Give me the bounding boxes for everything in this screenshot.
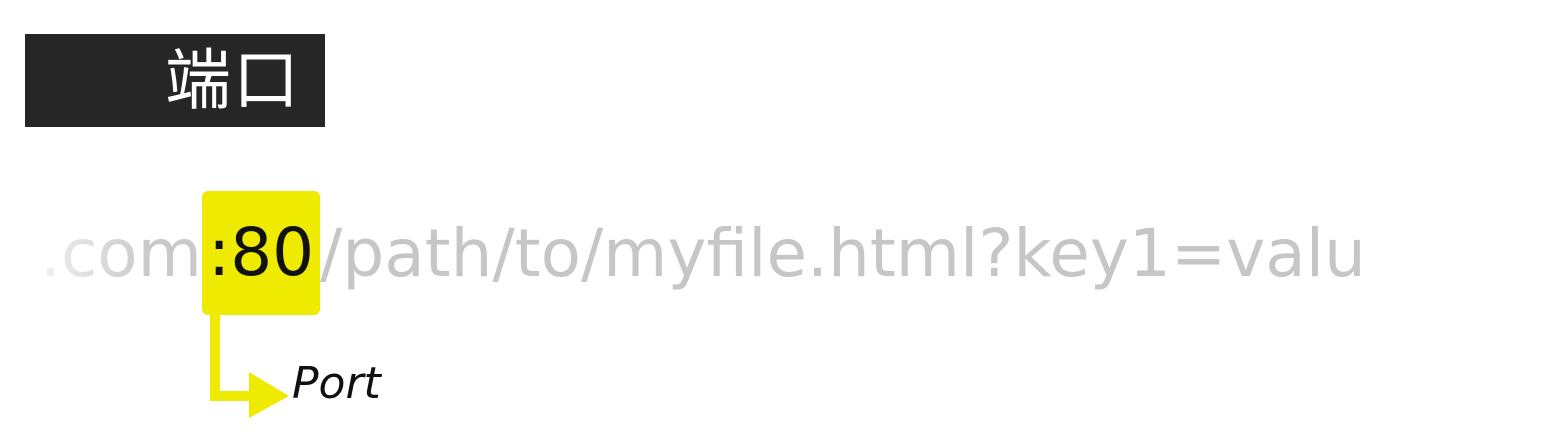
url-domain-fragment: .com bbox=[40, 215, 202, 292]
title-banner: 端口 bbox=[25, 34, 325, 127]
connector-arrow-icon bbox=[210, 312, 289, 418]
url-path-fragment: /path/to/myfile.html?key1=valu bbox=[320, 215, 1366, 292]
url-line: .com :80 /path/to/myfile.html?key1=valu bbox=[40, 191, 1366, 315]
port-highlight: :80 bbox=[201, 191, 321, 315]
port-label: Port bbox=[292, 358, 381, 409]
url-fade-right bbox=[1380, 200, 1546, 310]
title-text: 端口 bbox=[165, 41, 301, 119]
